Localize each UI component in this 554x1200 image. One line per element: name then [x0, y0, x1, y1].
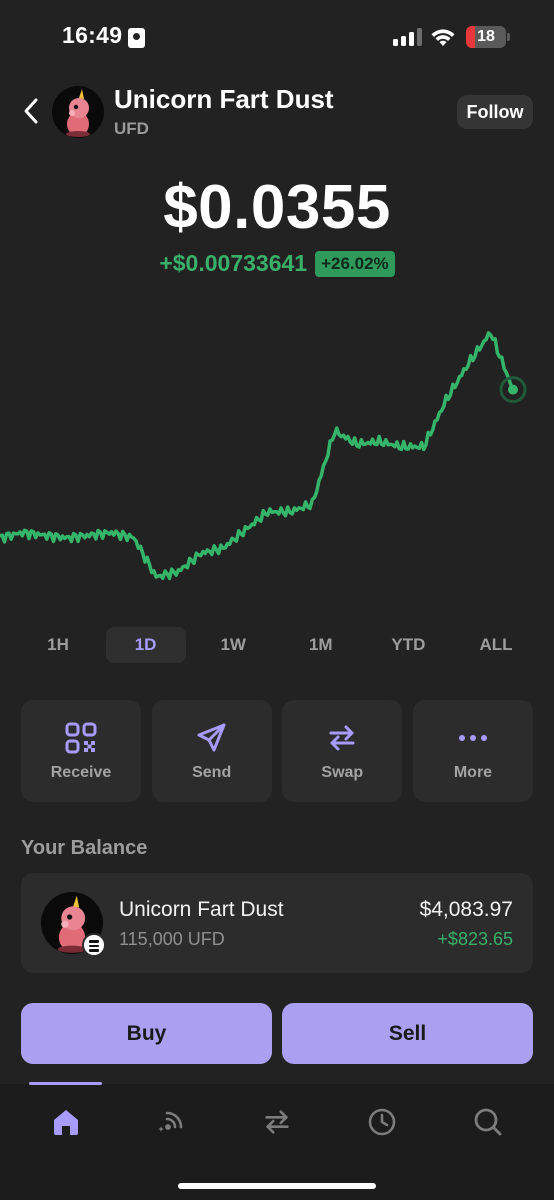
- buy-button[interactable]: Buy: [21, 1003, 272, 1064]
- swap-label: Swap: [321, 764, 364, 781]
- range-tab-ytd[interactable]: YTD: [368, 627, 448, 663]
- swap-button[interactable]: Swap: [282, 700, 403, 802]
- send-label: Send: [192, 764, 232, 781]
- history-icon: [368, 1108, 396, 1136]
- battery-indicator: 18: [466, 26, 506, 48]
- balance-value: $4,083.97: [419, 898, 513, 921]
- more-label: More: [453, 764, 493, 781]
- unicorn-mascot-icon: [66, 89, 90, 137]
- search-icon: [474, 1108, 502, 1136]
- token-price: $0.0355: [163, 173, 391, 242]
- balance-quantity: 115,000 UFD: [119, 929, 225, 949]
- chart-current-point: [508, 384, 518, 395]
- range-tab-1w[interactable]: 1W: [193, 627, 273, 663]
- balance-section-title: Your Balance: [21, 837, 148, 859]
- nav-feed[interactable]: [149, 1100, 193, 1144]
- swap-icon: [329, 725, 355, 751]
- battery-nub: [507, 33, 510, 41]
- solana-chain-icon: [82, 933, 106, 957]
- qr-code-icon: [65, 722, 97, 754]
- range-tab-1m[interactable]: 1M: [281, 627, 361, 663]
- more-button[interactable]: More: [412, 700, 533, 802]
- nav-search[interactable]: [466, 1100, 510, 1144]
- wifi-icon: [431, 29, 455, 46]
- sell-button[interactable]: Sell: [282, 1003, 533, 1064]
- price-change-percent-badge: +26.02%: [315, 250, 395, 277]
- home-icon: [54, 1110, 78, 1135]
- chevron-left-icon[interactable]: [22, 97, 40, 125]
- cellular-signal-icon: [393, 28, 423, 46]
- price-change-amount: +$0.00733641: [159, 250, 308, 276]
- nav-active-indicator: [29, 1082, 102, 1085]
- token-symbol: UFD: [114, 119, 149, 138]
- time-range-tabs: 1H 1D 1W 1M YTD ALL: [18, 627, 536, 663]
- more-icon: [458, 735, 487, 741]
- price-chart[interactable]: [0, 290, 554, 610]
- nav-home[interactable]: [44, 1100, 88, 1144]
- activity-feed-icon: [158, 1111, 183, 1132]
- range-tab-1h[interactable]: 1H: [18, 627, 98, 663]
- receive-label: Receive: [50, 764, 112, 781]
- swap-icon: [265, 1110, 289, 1134]
- price-change-row: +$0.00733641 +26.02%: [0, 250, 554, 277]
- balance-change: +$823.65: [437, 929, 513, 949]
- token-avatar: [52, 86, 104, 138]
- token-name: Unicorn Fart Dust: [114, 84, 334, 114]
- battery-level: 18: [477, 28, 495, 45]
- follow-button[interactable]: Follow: [457, 95, 533, 129]
- range-tab-1d[interactable]: 1D: [105, 627, 186, 663]
- nav-swap[interactable]: [255, 1100, 299, 1144]
- chart-series-line: [0, 331, 515, 581]
- action-row: Receive Send Swap More: [21, 700, 533, 802]
- contact-card-icon: [128, 28, 145, 48]
- home-indicator: [178, 1183, 376, 1189]
- send-icon: [197, 723, 226, 752]
- range-tab-all[interactable]: ALL: [456, 627, 536, 663]
- send-button[interactable]: Send: [151, 700, 272, 802]
- status-time: 16:49: [62, 22, 123, 48]
- nav-history[interactable]: [360, 1100, 404, 1144]
- receive-button[interactable]: Receive: [21, 700, 141, 802]
- balance-token-name: Unicorn Fart Dust: [119, 898, 284, 921]
